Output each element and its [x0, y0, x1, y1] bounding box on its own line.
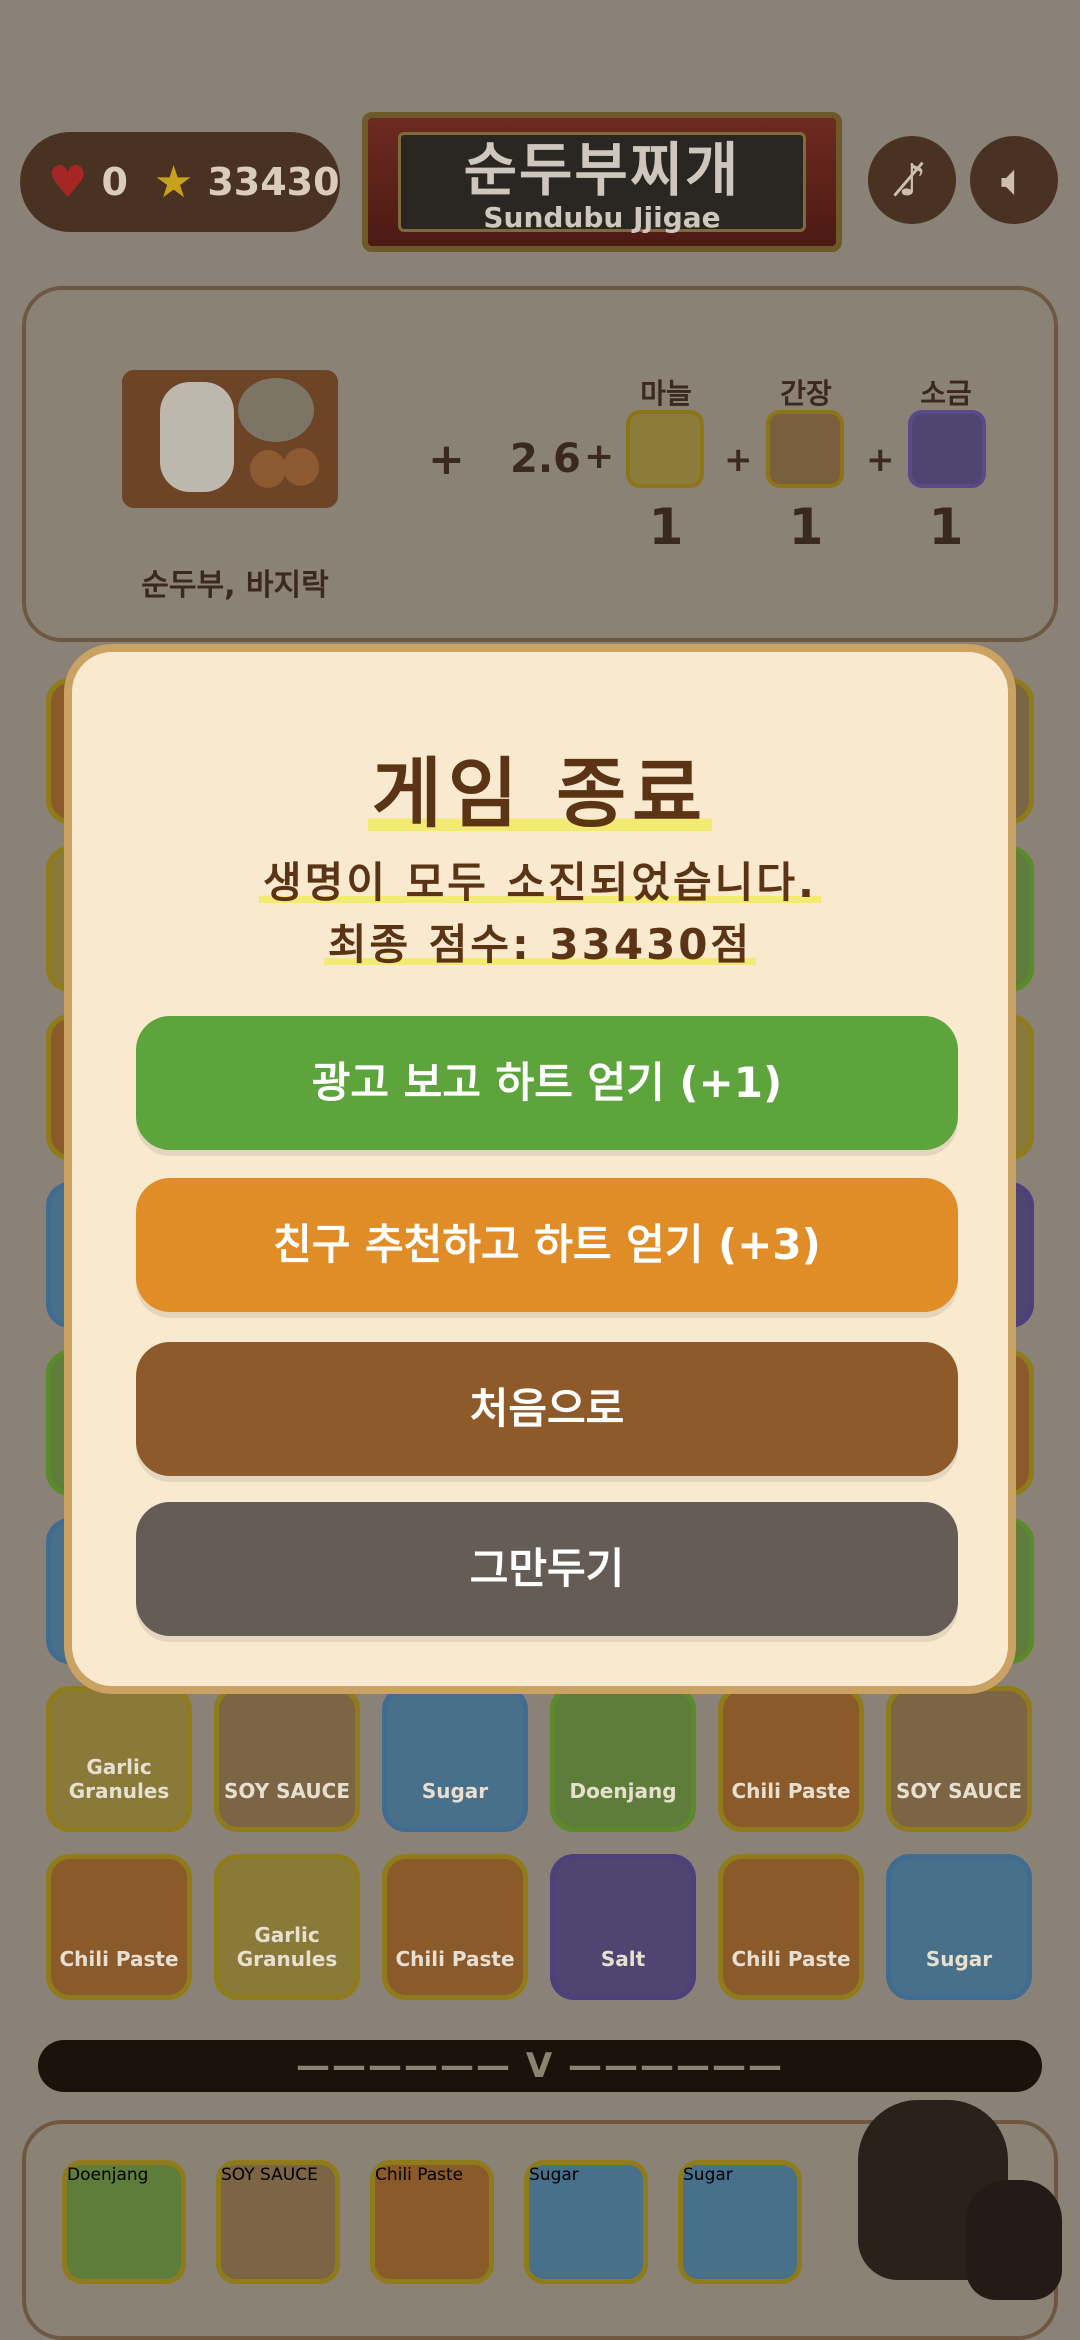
refer-friend-heart-button[interactable]: 친구 추천하고 하트 얻기 (+3): [136, 1178, 958, 1312]
egg-image: [250, 450, 286, 488]
board-tile[interactable]: SOY SAUCE: [886, 1686, 1032, 1832]
star-icon: ★: [153, 156, 194, 208]
tray-tile[interactable]: Chili Paste: [370, 2160, 494, 2284]
onggi-jar-image: [966, 2180, 1062, 2300]
title-english: Sundubu Jjigae: [483, 201, 721, 234]
tile-label: Sugar: [421, 1779, 489, 1803]
heart-icon: ♥: [48, 156, 88, 208]
board-tile[interactable]: SOY SAUCE: [214, 1686, 360, 1832]
tile-label: Garlic Granules: [68, 1755, 170, 1803]
board-tile[interactable]: Chili Paste: [46, 1854, 192, 2000]
tile-label: Sugar: [529, 2165, 579, 2185]
title-korean: 순두부찌개: [463, 136, 741, 204]
modal-message: 생명이 모두 소진되었습니다. 최종 점수: 33430점: [72, 852, 1008, 976]
tile-label: Garlic Granules: [236, 1923, 338, 1971]
watch-ad-heart-button[interactable]: 광고 보고 하트 얻기 (+1): [136, 1016, 958, 1150]
plus-sign: +: [584, 436, 615, 477]
garlic-tile-icon: [626, 410, 704, 488]
board-tile[interactable]: Chili Paste: [718, 1686, 864, 1832]
board-tile[interactable]: Garlic Granules: [46, 1686, 192, 1832]
board-tile[interactable]: Sugar: [382, 1686, 528, 1832]
divider-bar: —————— V ——————: [38, 2040, 1042, 2092]
tile-label: Chili Paste: [731, 1947, 851, 1971]
music-off-icon: ♪̸: [897, 154, 927, 206]
music-toggle-button[interactable]: ♪̸: [868, 136, 956, 224]
tile-label: Doenjang: [569, 1779, 677, 1803]
tofu-image: [160, 382, 234, 492]
ingredient-qty: 1: [928, 498, 964, 556]
plus-sign: +: [428, 434, 465, 485]
score-value: 33430: [207, 160, 340, 204]
game-over-modal: 게임 종료 생명이 모두 소진되었습니다. 최종 점수: 33430점 광고 보…: [64, 644, 1016, 1694]
tile-label: Chili Paste: [395, 1947, 515, 1971]
lives-exhausted-text: 생명이 모두 소진되었습니다.: [259, 858, 821, 907]
hearts-count: 0: [101, 160, 128, 204]
tile-label: Chili Paste: [731, 1779, 851, 1803]
restart-button[interactable]: 처음으로: [136, 1342, 958, 1476]
sound-toggle-button[interactable]: 🔈︎: [970, 136, 1058, 224]
tile-label: SOY SAUCE: [221, 2165, 318, 2185]
board-tile[interactable]: Doenjang: [550, 1686, 696, 1832]
soy-sauce-tile-icon: [766, 410, 844, 488]
tile-label: Sugar: [925, 1947, 993, 1971]
title-signboard: 순두부찌개 Sundubu Jjigae: [362, 112, 842, 252]
ingredient-name: 소금: [920, 377, 972, 410]
ingredient-name: 마늘: [640, 377, 692, 410]
tile-label: Chili Paste: [59, 1947, 179, 1971]
speaker-icon: 🔈︎: [1000, 154, 1028, 206]
clam-bowl-image: [238, 378, 314, 442]
base-ingredients-label: 순두부, 바지락: [141, 568, 329, 603]
tile-label: SOY SAUCE: [224, 1779, 350, 1803]
ingredient-qty: 1: [648, 498, 684, 556]
plus-sign: +: [724, 440, 753, 480]
salt-tile-icon: [908, 410, 986, 488]
plus-sign: +: [866, 440, 895, 480]
tile-label: Doenjang: [67, 2165, 149, 2185]
modal-title: 게임 종료: [72, 732, 1008, 842]
egg-image: [283, 448, 319, 486]
tile-label: SOY SAUCE: [896, 1779, 1022, 1803]
final-score-text: 최종 점수: 33430점: [323, 920, 757, 969]
tile-label: Sugar: [683, 2165, 733, 2185]
board-tile[interactable]: Chili Paste: [382, 1854, 528, 2000]
quit-button[interactable]: 그만두기: [136, 1502, 958, 1636]
tray-tile[interactable]: SOY SAUCE: [216, 2160, 340, 2284]
modal-title-text: 게임 종료: [367, 749, 713, 838]
ingredient-qty: 1: [788, 498, 824, 556]
tile-label: Chili Paste: [375, 2165, 464, 2185]
board-tile[interactable]: Garlic Granules: [214, 1854, 360, 2000]
ingredient-name: 간장: [780, 377, 832, 410]
tray-tile[interactable]: Doenjang: [62, 2160, 186, 2284]
board-tile[interactable]: Salt: [550, 1854, 696, 2000]
tray-tile[interactable]: Sugar: [678, 2160, 802, 2284]
board-tile[interactable]: Chili Paste: [718, 1854, 864, 2000]
board-tile[interactable]: Sugar: [886, 1854, 1032, 2000]
tile-label: Salt: [600, 1947, 646, 1971]
multiplier-value: 2.6: [510, 436, 581, 482]
stats-pill: ♥ 0 ★ 33430: [20, 132, 340, 232]
tray-tile[interactable]: Sugar: [524, 2160, 648, 2284]
